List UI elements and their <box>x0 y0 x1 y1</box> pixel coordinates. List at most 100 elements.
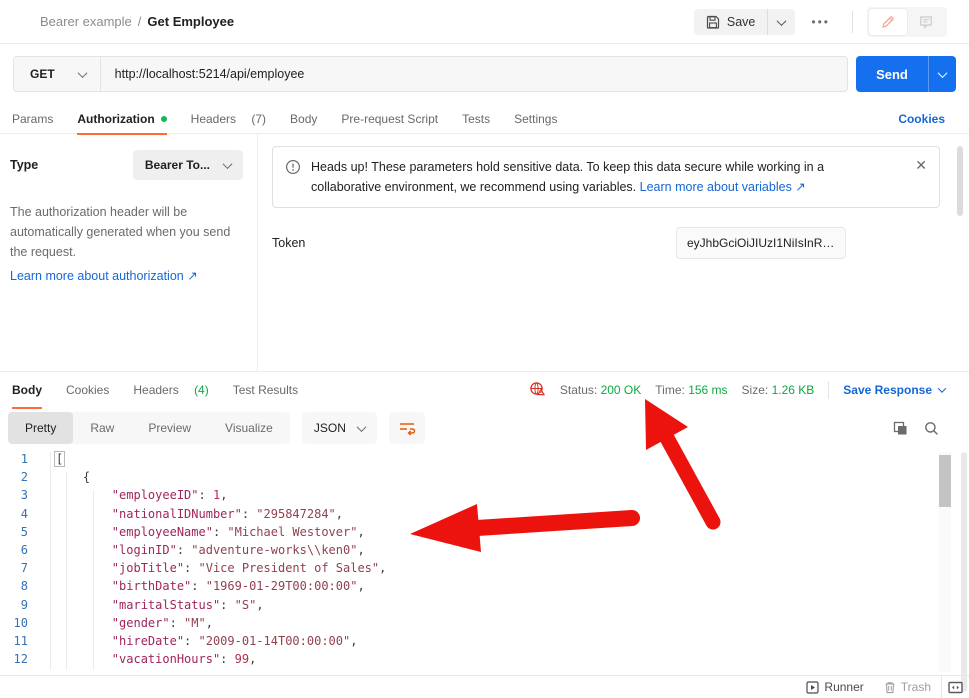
auth-learn-more-link[interactable]: Learn more about authorization ↗ <box>0 262 257 283</box>
banner-text: Heads up! These parameters hold sensitiv… <box>311 157 897 197</box>
response-meta: Status: 200 OK Time: 156 ms Size: 1.26 K… <box>529 381 945 399</box>
time-value: 156 ms <box>688 383 727 397</box>
response-tabs: Body Cookies Headers (4) Test Results St… <box>0 372 969 407</box>
request-tabs: Params Authorization Headers (7) Body Pr… <box>0 104 969 134</box>
pencil-icon <box>881 15 895 29</box>
send-button-group: Send <box>856 56 956 92</box>
auth-type-panel: Type Bearer To... The authorization head… <box>0 134 258 372</box>
code-line: 4 "nationalIDNumber": "295847284", <box>0 505 940 523</box>
chevron-down-icon <box>938 68 948 78</box>
search-icon[interactable] <box>924 421 939 436</box>
auth-type-select[interactable]: Bearer To... <box>133 150 243 180</box>
time-pair: Time: 156 ms <box>655 383 727 397</box>
code-line: 6 "loginID": "adventure-works\\ken0", <box>0 541 940 559</box>
response-body-viewer[interactable]: 1[2 {3 "employeeID": 1,4 "nationalIDNumb… <box>0 450 940 674</box>
trash-button[interactable]: Trash <box>874 680 941 694</box>
panel-scrollbar[interactable] <box>957 146 963 216</box>
breadcrumb-request-name[interactable]: Get Employee <box>147 14 234 29</box>
url-bar: GET <box>13 56 848 92</box>
view-raw[interactable]: Raw <box>73 412 131 444</box>
chevron-down-icon <box>77 68 87 78</box>
save-response-button[interactable]: Save Response <box>843 383 945 397</box>
view-visualize[interactable]: Visualize <box>208 412 290 444</box>
response-toolbar: Pretty Raw Preview Visualize JSON <box>8 412 961 444</box>
response-tab-headers[interactable]: Headers (4) <box>121 375 220 405</box>
token-input[interactable] <box>676 227 846 259</box>
code-scrollbar-thumb[interactable] <box>939 455 951 507</box>
code-line: 3 "employeeID": 1, <box>0 486 940 504</box>
save-button[interactable]: Save <box>694 9 768 35</box>
chevron-down-icon <box>356 422 366 432</box>
size-value: 1.26 KB <box>772 383 815 397</box>
tab-prerequest[interactable]: Pre-request Script <box>329 104 450 134</box>
status-value: 200 OK <box>601 383 642 397</box>
code-line: 5 "employeeName": "Michael Westover", <box>0 523 940 541</box>
trash-icon <box>884 681 896 694</box>
tab-settings[interactable]: Settings <box>502 104 569 134</box>
copy-icon[interactable] <box>893 421 908 436</box>
wrap-lines-button[interactable] <box>389 412 425 444</box>
footer-bar: Runner Trash <box>0 675 969 698</box>
runner-button[interactable]: Runner <box>796 680 873 694</box>
cookies-link[interactable]: Cookies <box>898 112 945 126</box>
token-row: Token <box>272 236 940 250</box>
response-tab-test-results[interactable]: Test Results <box>221 375 310 405</box>
send-button[interactable]: Send <box>856 56 928 92</box>
more-options-button[interactable]: ••• <box>803 9 838 35</box>
response-tab-cookies[interactable]: Cookies <box>54 375 121 405</box>
token-label: Token <box>272 236 305 250</box>
chevron-down-icon <box>777 16 787 26</box>
view-pretty[interactable]: Pretty <box>8 412 73 444</box>
network-warning-icon <box>529 381 546 398</box>
sensitive-data-banner: Heads up! These parameters hold sensitiv… <box>272 146 940 208</box>
panel-toggle-button[interactable] <box>942 681 969 694</box>
code-line: 8 "birthDate": "1969-01-29T00:00:00", <box>0 577 940 595</box>
breadcrumb-collection[interactable]: Bearer example <box>40 14 132 29</box>
tab-tests[interactable]: Tests <box>450 104 502 134</box>
response-tab-body[interactable]: Body <box>0 375 54 405</box>
response-headers-count: (4) <box>194 383 209 397</box>
info-icon <box>285 159 301 175</box>
auth-type-label: Type <box>10 158 38 172</box>
view-mode-group: Pretty Raw Preview Visualize <box>8 412 290 444</box>
view-preview[interactable]: Preview <box>131 412 208 444</box>
size-pair: Size: 1.26 KB <box>742 383 815 397</box>
close-icon[interactable]: ✕ <box>915 157 927 197</box>
status-pair: Status: 200 OK <box>560 383 641 397</box>
indent-guide <box>93 490 94 670</box>
comments-button[interactable] <box>907 9 945 35</box>
code-line: 10 "gender": "M", <box>0 614 940 632</box>
variables-learn-more-link[interactable]: Learn more about variables ↗ <box>640 180 806 194</box>
code-line: 9 "maritalStatus": "S", <box>0 596 940 614</box>
auth-configured-dot <box>161 116 167 122</box>
code-line: 2 { <box>0 468 940 486</box>
tab-authorization[interactable]: Authorization <box>65 104 178 134</box>
code-line: 1[ <box>0 450 940 468</box>
comment-icon <box>919 15 933 29</box>
format-select[interactable]: JSON <box>302 412 377 444</box>
chevron-down-icon <box>938 384 946 392</box>
panel-toggle-icon <box>948 681 963 694</box>
url-input[interactable] <box>101 57 847 91</box>
code-line: 11 "hireDate": "2009-01-14T00:00:00", <box>0 632 940 650</box>
tab-body[interactable]: Body <box>278 104 329 134</box>
tab-params[interactable]: Params <box>0 104 65 134</box>
auth-description: The authorization header will be automat… <box>0 180 257 262</box>
tab-headers[interactable]: Headers (7) <box>179 104 278 134</box>
meta-divider <box>828 381 829 399</box>
code-line: 7 "jobTitle": "Vice President of Sales", <box>0 559 940 577</box>
floppy-icon <box>706 15 720 29</box>
postman-window: Bearer example / Get Employee Save ••• <box>0 0 969 698</box>
edit-comment-group <box>867 7 947 37</box>
header-divider <box>852 11 853 33</box>
method-select[interactable]: GET <box>14 57 101 91</box>
breadcrumb-separator: / <box>138 14 142 29</box>
headers-count: (7) <box>251 112 266 126</box>
wrap-lines-icon <box>398 420 416 436</box>
edit-request-button[interactable] <box>869 9 907 35</box>
save-options-button[interactable] <box>767 9 795 35</box>
send-options-button[interactable] <box>928 56 956 92</box>
runner-icon <box>806 681 819 694</box>
code-lines: 1[2 {3 "employeeID": 1,4 "nationalIDNumb… <box>0 450 940 668</box>
page-scrollbar[interactable] <box>961 452 967 692</box>
